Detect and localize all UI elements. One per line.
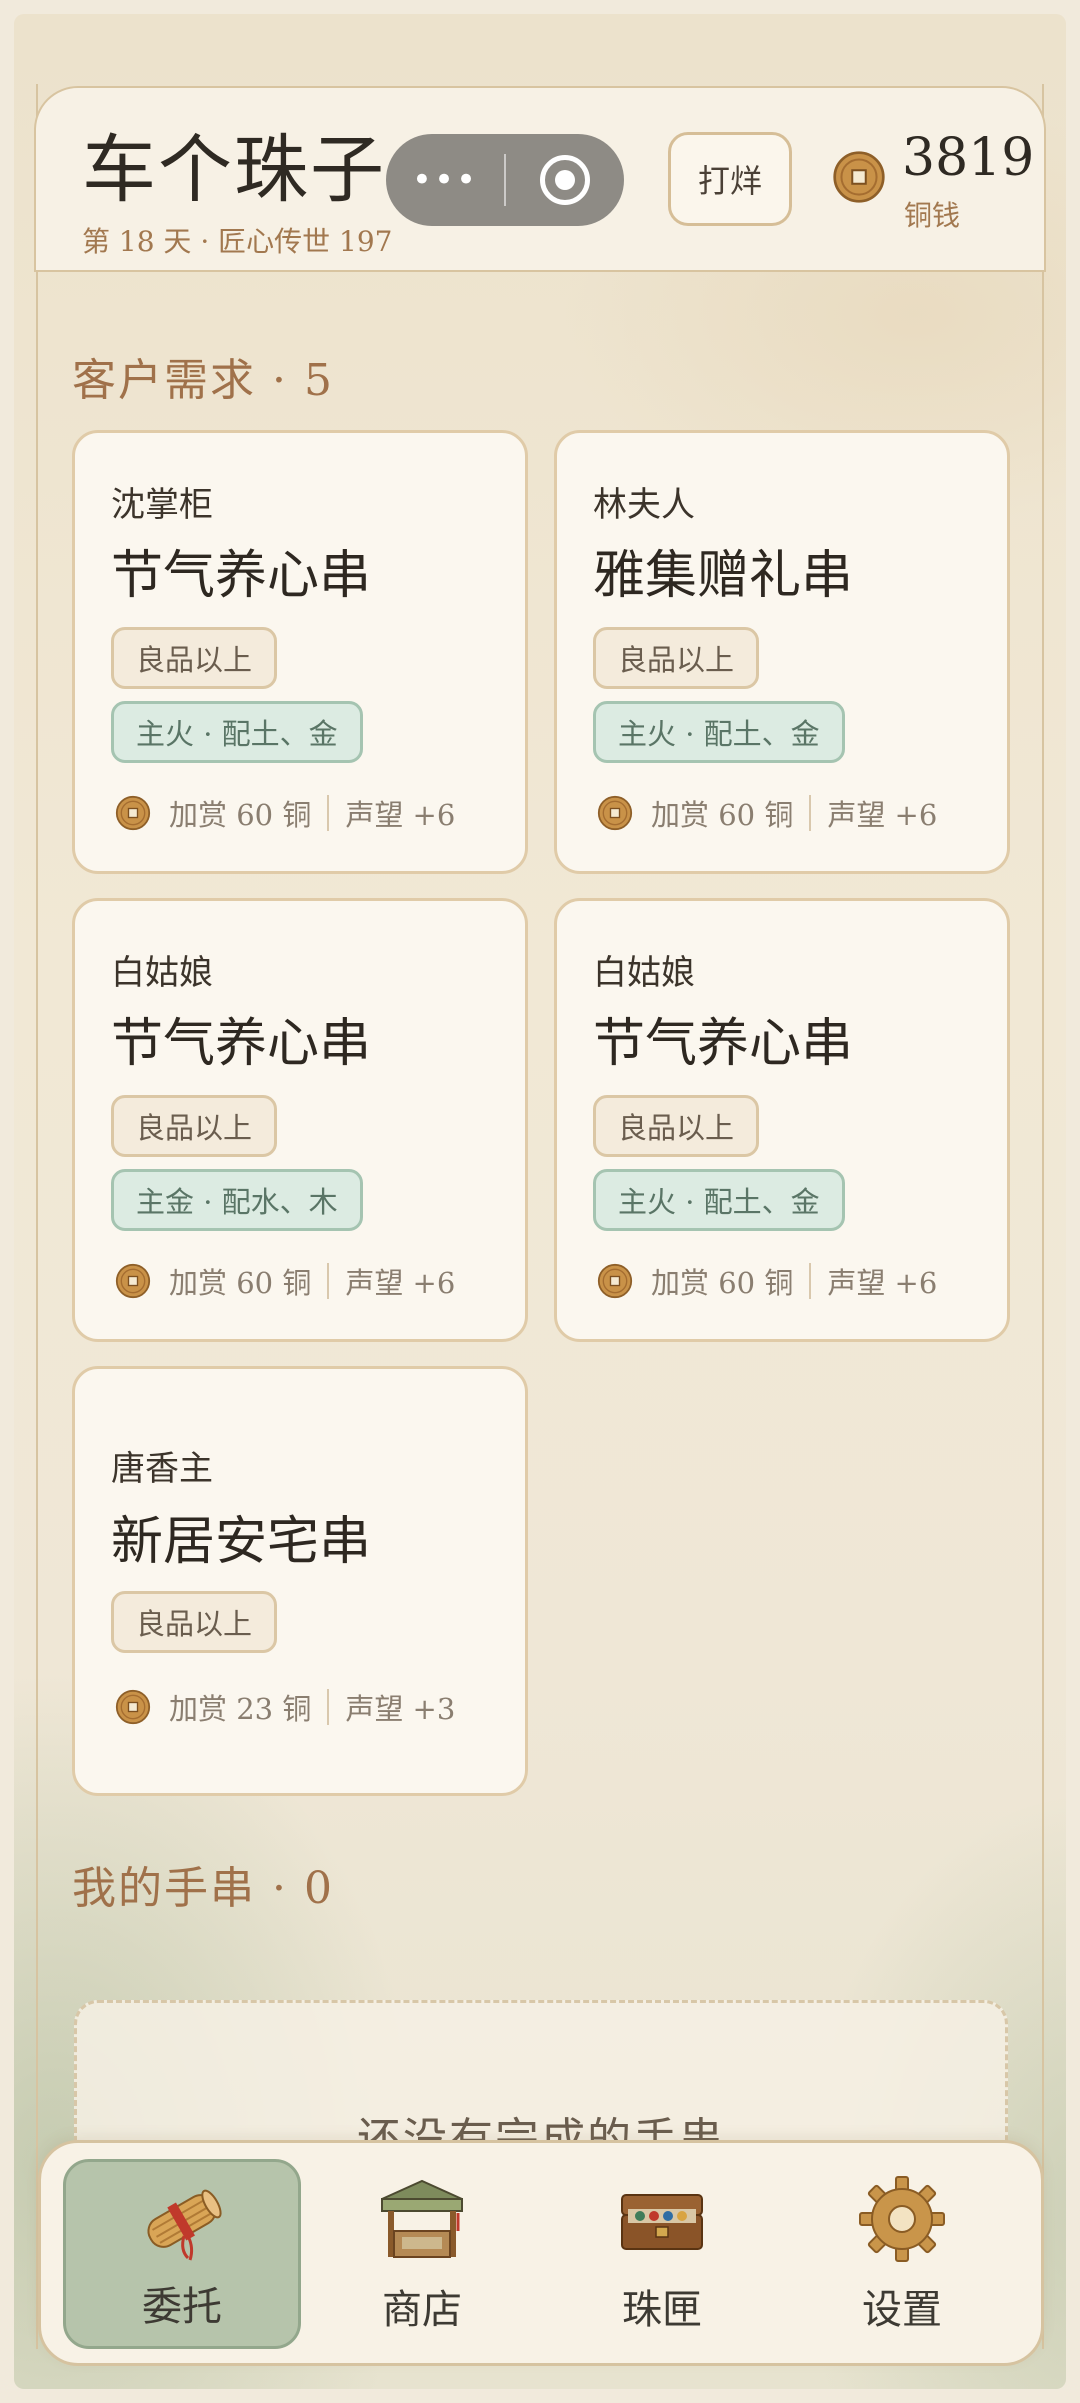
customer-name: 唐香主: [111, 1449, 213, 1489]
gear-icon: [859, 2176, 945, 2262]
item-name: 新居安宅串: [111, 1512, 372, 1572]
customer-name: 沈掌柜: [111, 485, 213, 525]
element-tag: 主火 · 配土、金: [593, 1169, 845, 1231]
reward-divider: [809, 795, 812, 831]
reputation-text: 声望 +6: [345, 1266, 456, 1300]
scroll-icon: [147, 2189, 222, 2261]
element-tag: 主金 · 配水、木: [111, 1169, 363, 1231]
more-menu-icon[interactable]: •••: [386, 160, 504, 200]
tab-label: 设置: [862, 2287, 942, 2333]
request-card[interactable]: 沈掌柜 节气养心串 良品以上 主火 · 配土、金 加赏 60 铜 声望 +6: [72, 430, 528, 874]
item-name: 节气养心串: [111, 546, 372, 606]
record-circle-icon: [540, 155, 590, 205]
miniprogram-capsule: •••: [386, 134, 624, 226]
reward-divider: [809, 1263, 812, 1299]
bonus-text: 加赏 23 铜: [169, 1692, 312, 1726]
coin-icon: [115, 795, 151, 831]
close-miniprogram-button[interactable]: [506, 155, 624, 205]
requests-section-title: 客户需求 · 5: [72, 355, 334, 406]
reward-divider: [327, 1263, 330, 1299]
request-card[interactable]: 白姑娘 节气养心串 良品以上 主金 · 配水、木 加赏 60 铜 声望 +6: [72, 898, 528, 1342]
customer-name: 白姑娘: [593, 953, 695, 993]
coin-icon: [597, 795, 633, 831]
reputation-text: 声望 +6: [827, 798, 938, 832]
tab-label: 委托: [142, 2284, 222, 2330]
reward-divider: [327, 1689, 330, 1725]
tab-label: 商店: [382, 2287, 462, 2333]
bonus-text: 加赏 60 铜: [169, 1266, 312, 1300]
element-tag: 主火 · 配土、金: [593, 701, 845, 763]
reputation-text: 声望 +6: [827, 1266, 938, 1300]
customer-name: 林夫人: [593, 485, 695, 525]
customer-name: 白姑娘: [111, 953, 213, 993]
bonus-text: 加赏 60 铜: [651, 798, 794, 832]
grade-tag: 良品以上: [593, 627, 760, 689]
reward-row: 加赏 60 铜 声望 +6: [115, 1261, 455, 1301]
coin-icon: [832, 150, 886, 204]
item-name: 雅集赠礼串: [593, 546, 854, 606]
grade-tag: 良品以上: [111, 1591, 278, 1653]
tab-label: 珠匣: [622, 2287, 702, 2333]
coin-icon: [115, 1689, 151, 1725]
bonus-text: 加赏 60 铜: [169, 798, 312, 832]
bracelets-section-title: 我的手串 · 0: [72, 1863, 334, 1914]
reward-row: 加赏 60 铜 声望 +6: [115, 793, 455, 833]
reward-divider: [327, 795, 330, 831]
item-name: 节气养心串: [111, 1014, 372, 1074]
element-tag: 主火 · 配土、金: [111, 701, 363, 763]
bottom-tab-bar: 委托 商店 珠匣 设置: [38, 2140, 1044, 2366]
request-card[interactable]: 唐香主 新居安宅串 良品以上 加赏 23 铜 声望 +3: [72, 1366, 528, 1796]
grade-tag: 良品以上: [593, 1095, 760, 1157]
bonus-text: 加赏 60 铜: [651, 1266, 794, 1300]
money-label: 铜钱: [904, 199, 961, 232]
tab-commission[interactable]: 委托: [63, 2159, 301, 2349]
item-name: 节气养心串: [593, 1014, 854, 1074]
bead-chest-icon: [621, 2194, 703, 2250]
reward-row: 加赏 60 铜 声望 +6: [597, 1261, 937, 1301]
money-amount: 3819: [902, 128, 1035, 188]
grade-tag: 良品以上: [111, 627, 278, 689]
reward-row: 加赏 60 铜 声望 +6: [597, 793, 937, 833]
request-card[interactable]: 白姑娘 节气养心串 良品以上 主火 · 配土、金 加赏 60 铜 声望 +6: [554, 898, 1010, 1342]
app-title: 车个珠子: [82, 127, 386, 213]
coin-icon: [115, 1263, 151, 1299]
day-subtitle: 第 18 天 · 匠心传世 197: [82, 225, 393, 258]
tab-bead-chest[interactable]: 珠匣: [543, 2159, 781, 2349]
tab-settings[interactable]: 设置: [783, 2159, 1021, 2349]
grade-tag: 良品以上: [111, 1095, 278, 1157]
shop-stall-icon: [381, 2179, 463, 2258]
reward-row: 加赏 23 铜 声望 +3: [115, 1687, 455, 1727]
reputation-text: 声望 +6: [345, 798, 456, 832]
tab-shop[interactable]: 商店: [303, 2159, 541, 2349]
reputation-text: 声望 +3: [345, 1692, 456, 1726]
coin-icon: [597, 1263, 633, 1299]
top-header: 车个珠子 第 18 天 · 匠心传世 197 ••• 打烊 3819 铜钱: [34, 86, 1046, 272]
close-shop-button[interactable]: 打烊: [668, 132, 792, 226]
request-card[interactable]: 林夫人 雅集赠礼串 良品以上 主火 · 配土、金 加赏 60 铜 声望 +6: [554, 430, 1010, 874]
